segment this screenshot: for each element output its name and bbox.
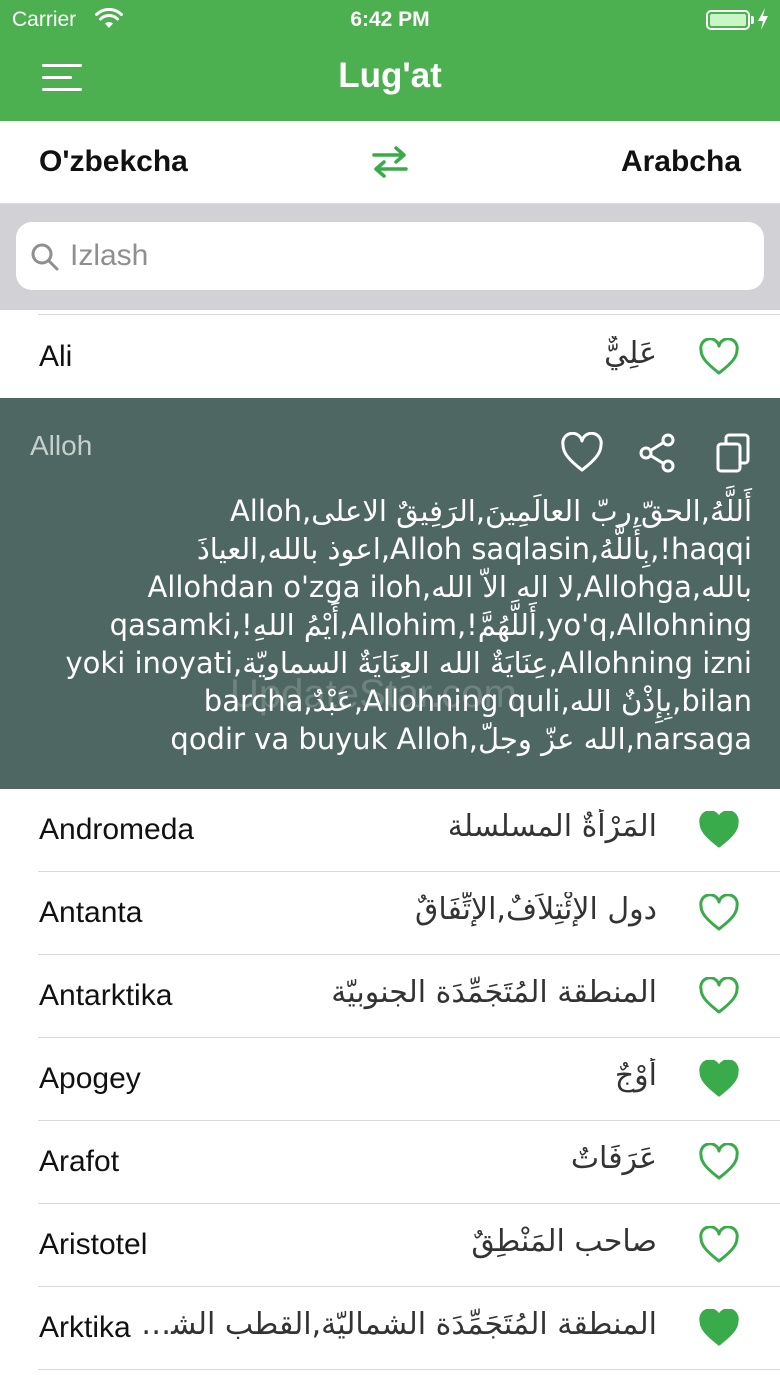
expanded-word: Alloh xyxy=(30,430,93,461)
swap-languages-icon[interactable] xyxy=(370,144,410,180)
heart-filled-icon[interactable] xyxy=(698,1309,740,1347)
arabic-translation: دول الإِئْتِلاَفٌ,الإِتِّفَاقٌ xyxy=(415,892,657,927)
heart-outline-icon[interactable] xyxy=(560,432,604,474)
search-bar xyxy=(0,204,780,310)
expanded-entry[interactable]: Alloh أَللَّهُ,الحقّ,ربّ العالَمِينَ,الر… xyxy=(0,398,780,789)
uzbek-word: Ali xyxy=(39,340,73,373)
heart-filled-icon[interactable] xyxy=(698,811,740,849)
arabic-translation: عَرَفَاتٌ xyxy=(570,1141,657,1176)
list-item[interactable]: Ali عَلِيٌّ xyxy=(0,310,780,398)
heart-filled-icon[interactable] xyxy=(698,1060,740,1098)
battery-tip xyxy=(751,16,754,24)
charging-icon xyxy=(758,8,768,30)
list-item[interactable]: Aristotel صاحب المَنْطِقٌ xyxy=(0,1204,780,1287)
arabic-translation: عَلِيٌّ xyxy=(604,336,657,371)
app-header: Carrier 6:42 PM Lug'at xyxy=(0,0,780,121)
arabic-translation: المنطقة المُتَجَمِّدَة الجنوبيّة xyxy=(331,975,657,1010)
arabic-translation: المَرْأَةٌ المسلسلة xyxy=(447,809,657,844)
watermark: UpdateStar.com xyxy=(230,672,517,716)
list-item[interactable]: Arktika المنطقة المُتَجَمِّدَة الشماليّة… xyxy=(0,1287,780,1370)
arabic-translation: المنطقة المُتَجَمِّدَة الشماليّة,القطب ا… xyxy=(137,1307,657,1342)
uzbek-word: Antanta xyxy=(39,896,143,929)
heart-icon[interactable] xyxy=(698,1226,740,1264)
share-icon[interactable] xyxy=(636,432,680,474)
arabic-translation: أَوْجٌ xyxy=(614,1058,657,1093)
arabic-translation: صاحب المَنْطِقٌ xyxy=(471,1224,657,1259)
status-bar: Carrier 6:42 PM xyxy=(0,0,780,40)
list-item[interactable]: Antarktika المنطقة المُتَجَمِّدَة الجنوب… xyxy=(0,955,780,1038)
page-title: Lug'at xyxy=(338,56,442,95)
uzbek-word: Antarktika xyxy=(39,979,173,1012)
word-list: Ali عَلِيٌّ Alloh أَللَّهُ,الحقّ,ربّ الع… xyxy=(0,310,780,1370)
uzbek-word: Andromeda xyxy=(39,813,195,846)
search-icon xyxy=(31,243,59,271)
copy-icon[interactable] xyxy=(712,432,756,474)
list-item[interactable]: Apogey أَوْجٌ xyxy=(0,1038,780,1121)
uzbek-word: Arktika xyxy=(39,1311,131,1344)
list-item[interactable]: Antanta دول الإِئْتِلاَفٌ,الإِتِّفَاقٌ xyxy=(0,872,780,955)
search-box[interactable] xyxy=(16,222,764,290)
heart-icon[interactable] xyxy=(698,1143,740,1181)
uzbek-word: Apogey xyxy=(39,1062,141,1095)
heart-icon[interactable] xyxy=(698,894,740,932)
search-input[interactable] xyxy=(70,222,750,290)
source-language-button[interactable]: O'zbekcha xyxy=(39,145,188,179)
heart-icon[interactable] xyxy=(698,977,740,1015)
expanded-translation: أَللَّهُ,الحقّ,ربّ العالَمِينَ,الرَفِيقٌ… xyxy=(65,494,753,756)
target-language-button[interactable]: Arabcha xyxy=(621,145,741,179)
language-bar: O'zbekcha Arabcha xyxy=(0,121,780,204)
uzbek-word: Arafot xyxy=(39,1145,120,1178)
uzbek-word: Aristotel xyxy=(39,1228,148,1261)
status-time: 6:42 PM xyxy=(350,8,430,31)
heart-icon[interactable] xyxy=(698,338,740,376)
battery-icon xyxy=(706,10,750,30)
list-item[interactable]: Andromeda المَرْأَةٌ المسلسلة xyxy=(0,789,780,872)
list-item[interactable]: Arafot عَرَفَاتٌ xyxy=(0,1121,780,1204)
